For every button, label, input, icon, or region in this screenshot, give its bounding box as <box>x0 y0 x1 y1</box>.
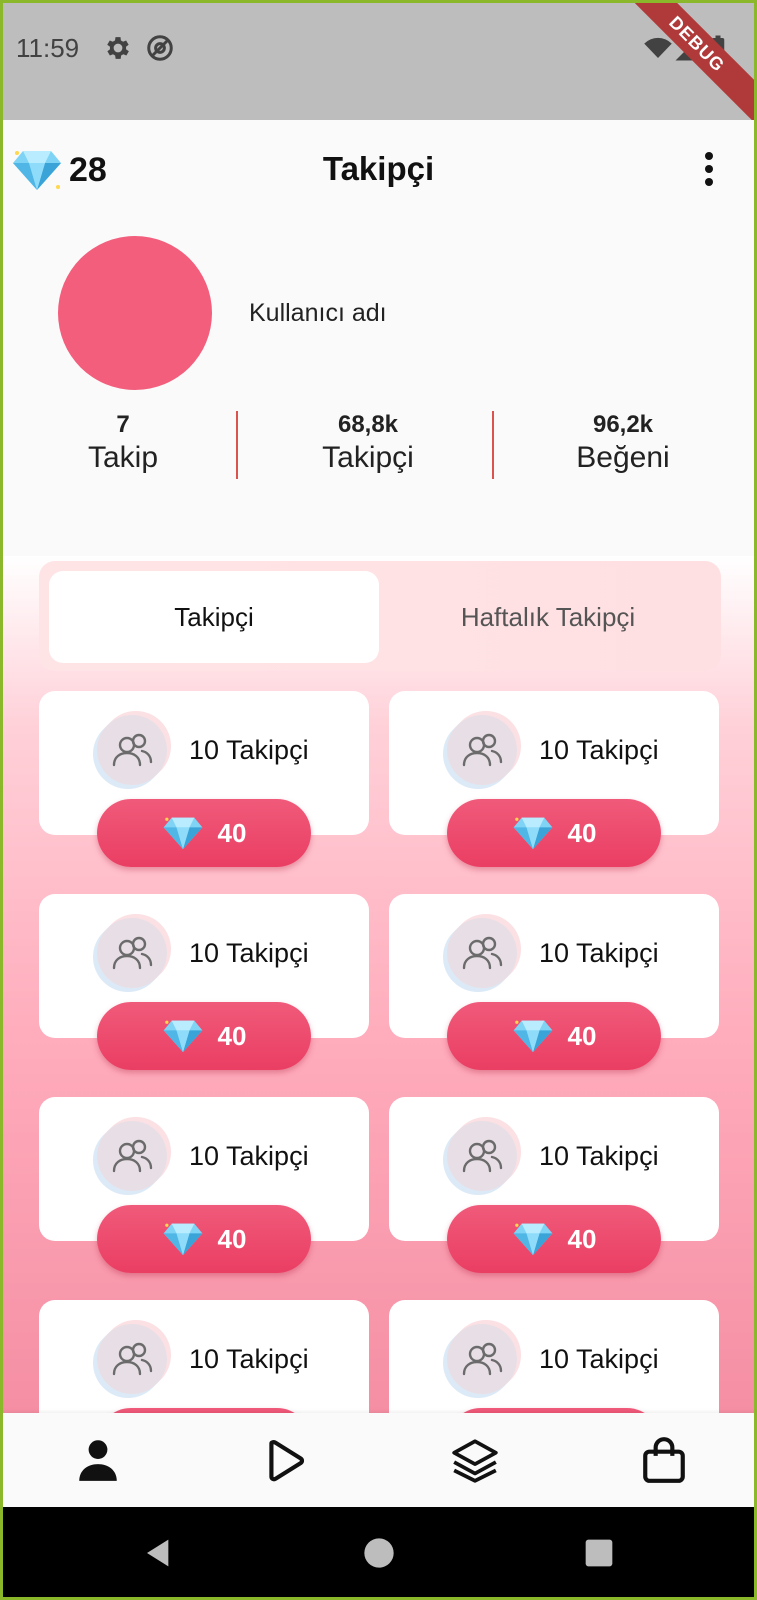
tab-followers[interactable]: Takipçi <box>49 571 379 663</box>
stat-value: 68,8k <box>337 411 399 438</box>
price-value: 40 <box>217 1223 247 1254</box>
buy-button[interactable]: 40 <box>447 1002 661 1070</box>
tab-weekly-followers[interactable]: Haftalık Takipçi <box>383 571 713 663</box>
users-icon-badge <box>447 1324 517 1394</box>
users-icon-badge <box>97 918 167 988</box>
package-area: Takipçi Haftalık Takipçi 10 Takipçi 40 10 … <box>3 556 754 1476</box>
layers-icon[interactable] <box>450 1435 500 1485</box>
app-screen: 11:59 DEBUG 28 Takipçi Kullanıcı adı 7 T… <box>3 3 754 1597</box>
more-vertical-icon[interactable] <box>704 152 714 188</box>
package-label: 10 Takipçi <box>189 735 309 765</box>
users-icon-badge <box>447 1121 517 1191</box>
profile-stats: 7 Takip 68,8k Takipçi 96,2k Beğeni <box>3 411 754 481</box>
package-label: 10 Takipçi <box>539 1141 659 1171</box>
back-icon[interactable] <box>143 1537 175 1569</box>
stat-label: Beğeni <box>576 441 670 474</box>
recents-icon[interactable] <box>583 1537 615 1569</box>
users-icon <box>462 1342 503 1376</box>
diamond-icon <box>163 1020 202 1053</box>
buy-button[interactable]: 40 <box>447 1205 661 1273</box>
users-icon <box>462 1139 503 1173</box>
buy-button[interactable]: 40 <box>97 799 311 867</box>
users-icon <box>112 733 153 767</box>
buy-button[interactable]: 40 <box>97 1002 311 1070</box>
package-label: 10 Takipçi <box>539 735 659 765</box>
users-icon <box>112 1342 153 1376</box>
avatar[interactable] <box>58 236 212 390</box>
app-bar: 28 Takipçi <box>3 120 754 220</box>
gear-icon <box>107 37 129 59</box>
status-bar: 11:59 DEBUG <box>3 3 754 136</box>
users-icon-badge <box>97 715 167 785</box>
page-title: Takipçi <box>322 150 435 187</box>
users-icon-badge <box>97 1121 167 1191</box>
price-value: 40 <box>567 1020 597 1051</box>
system-nav <box>3 1507 754 1597</box>
price-value: 40 <box>217 817 247 848</box>
diamond-icon <box>513 1223 552 1256</box>
price-value: 40 <box>217 1020 247 1051</box>
bottom-nav <box>3 1413 754 1507</box>
diamond-icon <box>513 817 552 850</box>
person-icon[interactable] <box>73 1435 123 1485</box>
package-label: 10 Takipçi <box>539 938 659 968</box>
play-icon[interactable] <box>261 1435 311 1485</box>
buy-button[interactable]: 40 <box>97 1205 311 1273</box>
price-value: 40 <box>567 817 597 848</box>
users-icon-badge <box>447 918 517 988</box>
diamond-icon <box>513 1020 552 1053</box>
package-label: 10 Takipçi <box>539 1344 659 1374</box>
users-icon <box>112 936 153 970</box>
shopping-bag-icon[interactable] <box>639 1435 689 1485</box>
package-label: 10 Takipçi <box>189 1344 309 1374</box>
stat-divider <box>492 411 494 479</box>
at-sign-icon <box>147 35 173 61</box>
users-icon <box>112 1139 153 1173</box>
diamond-icon <box>163 817 202 850</box>
stat-label: Takipçi <box>322 441 414 474</box>
stat-value: 7 <box>116 411 130 438</box>
stat-divider <box>236 411 238 479</box>
price-value: 40 <box>567 1223 597 1254</box>
package-label: 10 Takipçi <box>189 938 309 968</box>
home-icon[interactable] <box>363 1537 395 1569</box>
stat-following[interactable]: 7 Takip <box>33 411 213 475</box>
users-icon-badge <box>97 1324 167 1394</box>
username: Kullanıcı adı <box>249 299 387 327</box>
users-icon <box>462 936 503 970</box>
tab-bar: Takipçi Haftalık Takipçi <box>39 561 721 671</box>
stat-likes[interactable]: 96,2k Beğeni <box>533 411 713 475</box>
stat-value: 96,2k <box>592 411 654 438</box>
buy-button[interactable]: 40 <box>447 799 661 867</box>
stat-label: Takip <box>87 441 159 474</box>
diamond-icon <box>163 1223 202 1256</box>
status-time: 11:59 <box>16 33 80 63</box>
users-icon-badge <box>447 715 517 785</box>
debug-banner: DEBUG <box>605 3 754 136</box>
stat-followers[interactable]: 68,8k Takipçi <box>278 411 458 475</box>
package-label: 10 Takipçi <box>189 1141 309 1171</box>
users-icon <box>462 733 503 767</box>
